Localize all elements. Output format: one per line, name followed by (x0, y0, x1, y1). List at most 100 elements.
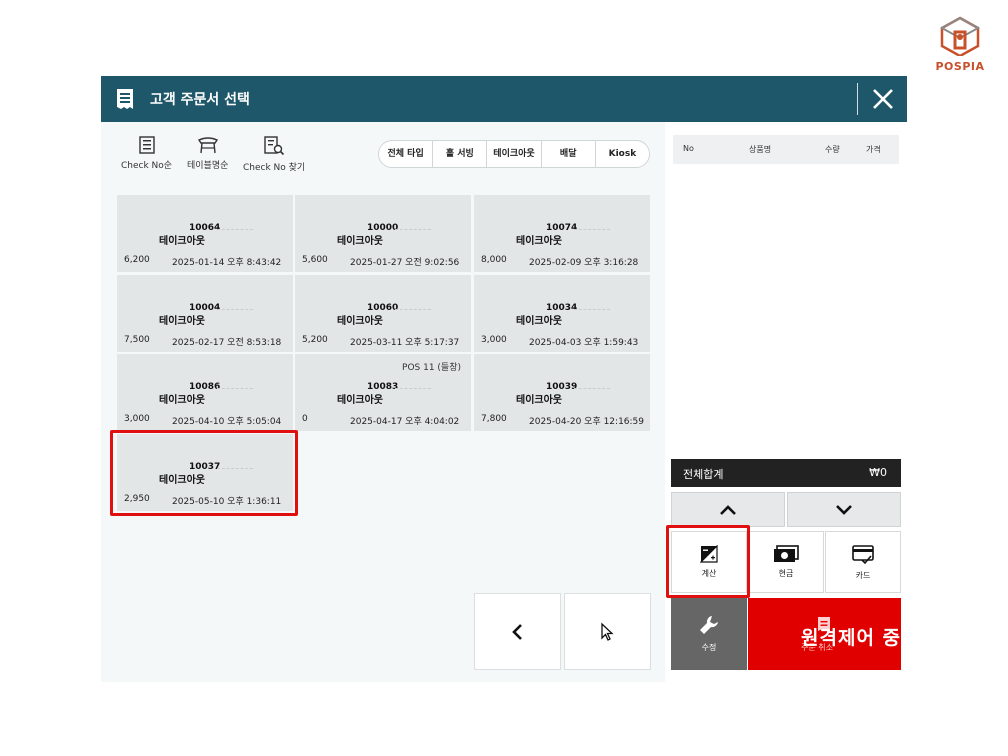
order-amount: 5,200 (302, 335, 328, 345)
customer-order-dialog: 고객 주문서 선택 Check No순 테이블명순 Check No 찾기 전체… (101, 76, 907, 682)
receipt-icon (138, 136, 155, 154)
prev-page-button[interactable] (474, 593, 561, 670)
calculator-icon (700, 545, 718, 563)
order-divider (395, 388, 431, 389)
order-amount: 2,950 (124, 494, 150, 504)
total-value: ₩0 (869, 466, 887, 479)
order-amount: 0 (302, 414, 308, 424)
close-icon[interactable] (867, 83, 899, 115)
pospia-logo-icon (939, 16, 981, 56)
order-divider (395, 229, 431, 230)
cash-icon (774, 545, 799, 562)
order-type: 테이크아웃 (159, 316, 205, 327)
next-page-button[interactable] (564, 593, 651, 670)
order-datetime: 2025-03-11 오후 5:17:37 (350, 338, 460, 348)
order-divider (217, 468, 253, 469)
order-type-filter: 전체 타입 홀 서빙 테이크아웃 배달 Kiosk (378, 140, 650, 168)
filter-hall-serving[interactable]: 홀 서빙 (432, 141, 486, 167)
find-check-no-button[interactable]: Check No 찾기 (243, 136, 305, 173)
order-datetime: 2025-04-10 오후 5:05:04 (172, 417, 282, 427)
order-divider (574, 388, 610, 389)
order-type: 테이크아웃 (337, 395, 383, 406)
chevron-left-icon (511, 623, 522, 640)
order-type: 테이크아웃 (516, 316, 562, 327)
order-card[interactable]: 10086 테이크아웃 3,000 2025-04-10 오후 5:05:04 (117, 354, 293, 431)
filter-kiosk[interactable]: Kiosk (594, 141, 649, 167)
scroll-up-button[interactable] (671, 492, 785, 527)
wrench-icon (700, 616, 718, 634)
order-list-panel: Check No순 테이블명순 Check No 찾기 전체 타입 홀 서빙 테… (101, 122, 665, 682)
order-card[interactable]: POS 11 (들창) 10083 테이크아웃 0 2025-04-17 오후 … (295, 354, 471, 431)
order-type: 테이크아웃 (337, 236, 383, 247)
edit-button[interactable]: 수정 (671, 598, 747, 670)
column-quantity: 수량 (825, 145, 840, 154)
order-type: 테이크아웃 (337, 316, 383, 327)
cursor-icon (600, 621, 614, 641)
column-no: No (683, 144, 694, 153)
order-card[interactable]: 10074 테이크아웃 8,000 2025-02-09 오후 3:16:28 (474, 195, 650, 272)
order-amount: 3,000 (124, 414, 150, 424)
order-type: 테이크아웃 (516, 236, 562, 247)
order-datetime: 2025-02-09 오후 3:16:28 (529, 258, 639, 268)
calculate-label: 계산 (701, 569, 717, 578)
edit-label: 수정 (701, 643, 717, 652)
order-card[interactable]: 10060 테이크아웃 5,200 2025-03-11 오후 5:17:37 (295, 275, 471, 352)
receipt-icon (117, 89, 133, 109)
scroll-down-button[interactable] (787, 492, 901, 527)
order-pos-label: POS 11 (들창) (402, 363, 461, 373)
item-list-header: No 상품명 수량 가격 (673, 135, 899, 164)
order-divider (217, 309, 253, 310)
order-divider (574, 229, 610, 230)
titlebar-divider (857, 83, 858, 115)
order-type: 테이크아웃 (516, 395, 562, 406)
chevron-up-icon (720, 504, 736, 515)
order-datetime: 2025-04-17 오후 4:04:02 (350, 417, 460, 427)
pospia-logo-text: POSPIA (935, 60, 985, 73)
filter-all-types[interactable]: 전체 타입 (379, 141, 432, 167)
total-bar: 전체합계 ₩0 (671, 459, 901, 487)
order-amount: 3,000 (481, 335, 507, 345)
filter-delivery[interactable]: 배달 (540, 141, 595, 167)
order-datetime: 2025-02-17 오전 8:53:18 (172, 338, 282, 348)
pospia-logo: POSPIA (930, 16, 990, 74)
order-amount: 5,600 (302, 255, 328, 265)
search-receipt-icon (264, 136, 285, 156)
order-card[interactable]: 10039 테이크아웃 7,800 2025-04-20 오후 12:16:59 (474, 354, 650, 431)
order-amount: 6,200 (124, 255, 150, 265)
calculate-button[interactable]: 계산 (671, 531, 747, 593)
order-datetime: 2025-01-27 오전 9:02:56 (350, 258, 460, 268)
remote-control-overlay: 원격제어 중 (801, 627, 902, 649)
order-card[interactable]: 10004 테이크아웃 7,500 2025-02-17 오전 8:53:18 (117, 275, 293, 352)
sort-by-table-name-button[interactable]: 테이블명순 (187, 136, 228, 171)
order-type: 테이크아웃 (159, 475, 205, 486)
card-label: 카드 (855, 571, 871, 580)
sort-by-check-no-button[interactable]: Check No순 (121, 136, 172, 171)
tool-label: 테이블명순 (187, 161, 229, 171)
tool-label: Check No 찾기 (243, 163, 306, 173)
order-datetime: 2025-05-10 오후 1:36:11 (172, 497, 282, 507)
order-datetime: 2025-01-14 오후 8:43:42 (172, 258, 282, 268)
total-label: 전체합계 (683, 468, 724, 481)
credit-card-icon (852, 545, 874, 565)
cash-button[interactable]: 현금 (748, 531, 824, 593)
table-icon (197, 137, 218, 154)
dialog-title: 고객 주문서 선택 (150, 92, 250, 108)
screen: POSPIA 고객 주문서 선택 Check No순 테이블명순 Check N… (0, 0, 1008, 756)
tool-label: Check No순 (121, 161, 173, 171)
order-type: 테이크아웃 (159, 236, 205, 247)
order-card[interactable]: 10034 테이크아웃 3,000 2025-04-03 오후 1:59:43 (474, 275, 650, 352)
order-amount: 8,000 (481, 255, 507, 265)
item-list-body (673, 164, 899, 454)
order-card-selected[interactable]: 10037 테이크아웃 2,950 2025-05-10 오후 1:36:11 (117, 434, 293, 511)
filter-takeout[interactable]: 테이크아웃 (486, 141, 540, 167)
order-divider (574, 309, 610, 310)
dialog-titlebar: 고객 주문서 선택 (101, 76, 907, 122)
card-button[interactable]: 카드 (825, 531, 901, 593)
column-price: 가격 (866, 145, 881, 154)
order-card[interactable]: 10000 테이크아웃 5,600 2025-01-27 오전 9:02:56 (295, 195, 471, 272)
order-divider (217, 229, 253, 230)
order-card[interactable]: 10064 테이크아웃 6,200 2025-01-14 오후 8:43:42 (117, 195, 293, 272)
chevron-down-icon (836, 504, 852, 515)
order-amount: 7,500 (124, 335, 150, 345)
cash-label: 현금 (778, 569, 794, 578)
